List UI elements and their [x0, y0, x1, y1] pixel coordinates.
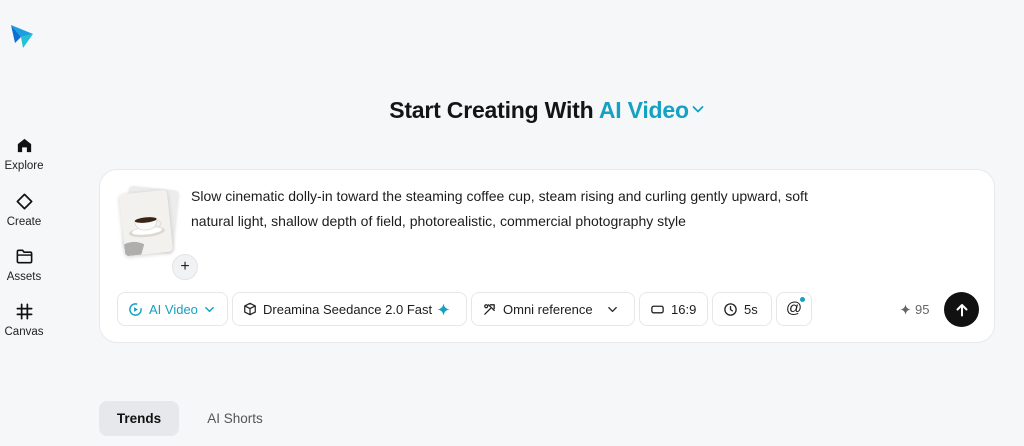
sidebar-item-label: Assets [6, 271, 42, 283]
mention-button[interactable]: @ [776, 292, 812, 326]
chevron-down-icon [205, 306, 214, 312]
prompt-input[interactable]: Slow cinematic dolly-in toward the steam… [191, 184, 831, 234]
credit-cost-value: 95 [915, 302, 930, 317]
duration-button[interactable]: 5s [712, 292, 772, 326]
cube-icon [244, 302, 256, 316]
folder-icon [16, 249, 32, 264]
app-logo[interactable] [9, 21, 35, 49]
video-mode-icon [129, 302, 142, 316]
chevron-down-icon [692, 106, 704, 113]
reference-dropdown[interactable]: Omni reference [471, 292, 635, 326]
reference-image[interactable]: + [118, 185, 198, 280]
generate-button[interactable] [944, 292, 979, 327]
mode-selector[interactable]: AI Video [599, 97, 705, 123]
coffee-cup-thumbnail [118, 189, 174, 257]
home-icon [17, 138, 31, 153]
aspect-ratio-button[interactable]: 16:9 [639, 292, 708, 326]
credit-cost: 95 [900, 302, 929, 317]
sparkle-icon [437, 302, 450, 316]
omni-reference-icon [484, 303, 495, 315]
sidebar-item-label: Explore [4, 160, 44, 172]
prompt-card: + Slow cinematic dolly-in toward the ste… [99, 169, 995, 343]
add-image-button[interactable]: + [172, 254, 198, 280]
sidebar-item-label: Canvas [4, 326, 44, 338]
aspect-ratio-label: 16:9 [671, 301, 697, 317]
canvas-icon [16, 303, 32, 320]
arrow-up-icon [956, 303, 967, 316]
duration-label: 5s [744, 301, 758, 317]
tab-ai-shorts[interactable]: AI Shorts [195, 401, 275, 436]
mode-selector-label: AI Video [598, 97, 689, 123]
sidebar-item-canvas[interactable]: Canvas [0, 302, 48, 338]
mode-dropdown-label: AI Video [149, 301, 198, 317]
sidebar-item-explore[interactable]: Explore [0, 136, 48, 172]
notification-dot [800, 297, 805, 302]
reference-dropdown-label: Omni reference [503, 301, 593, 317]
sidebar-item-create[interactable]: Create [0, 192, 48, 228]
title-prefix: Start Creating With [389, 97, 594, 123]
tab-trends[interactable]: Trends [99, 401, 179, 436]
page-title: Start Creating With AI Video [0, 97, 1024, 124]
sidebar-item-label: Create [6, 216, 42, 228]
mode-dropdown[interactable]: AI Video [117, 292, 228, 326]
sparkle-icon [900, 304, 911, 315]
diamond-icon [16, 193, 32, 210]
model-selector[interactable]: Dreamina Seedance 2.0 Fast [232, 292, 467, 326]
chevron-down-icon [607, 306, 617, 312]
aspect-ratio-icon [651, 305, 664, 313]
clock-icon [724, 302, 737, 316]
sidebar-item-assets[interactable]: Assets [0, 247, 48, 283]
mention-label: @ [785, 300, 803, 317]
model-selector-label: Dreamina Seedance 2.0 Fast [263, 301, 433, 317]
